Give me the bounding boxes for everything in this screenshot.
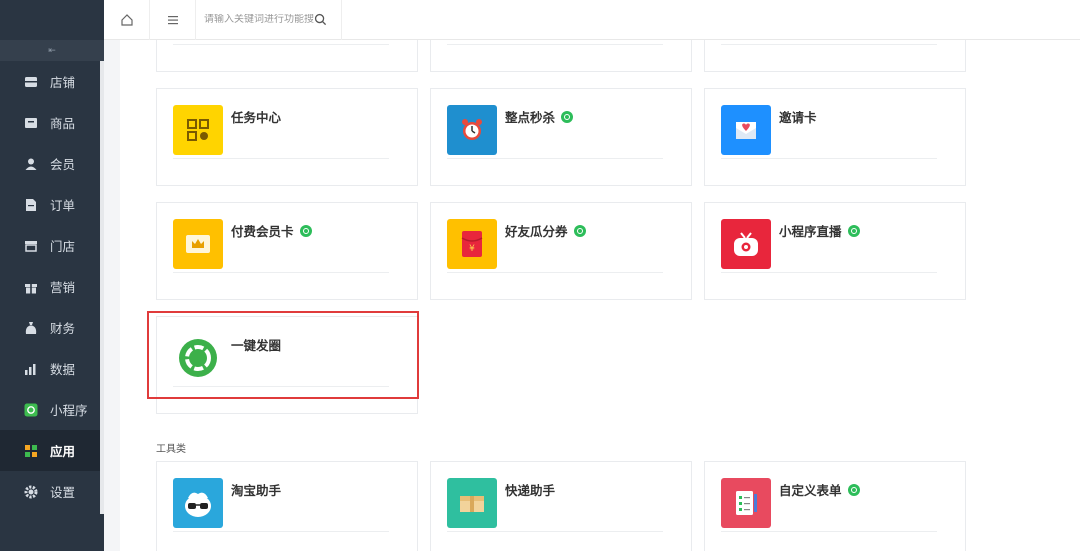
svg-text:¥: ¥ — [469, 244, 475, 254]
home-icon — [120, 13, 133, 26]
app-card-paid-member[interactable]: 付费会员卡 — [156, 202, 418, 300]
app-card-title: 任务中心 — [231, 111, 282, 125]
app-card-title: 自定义表单 — [779, 480, 860, 499]
miniprogram-badge-icon — [847, 483, 860, 496]
goods-icon — [25, 117, 37, 128]
form-checklist-icon — [721, 478, 771, 528]
app-card-friend-coupon[interactable]: ¥ 好友瓜分券 — [430, 202, 692, 300]
sidebar-item-member[interactable]: 会员 — [0, 143, 104, 184]
sidebar-item-label: 小程序 — [50, 404, 88, 418]
app-card-live[interactable]: 小程序直播 — [704, 202, 966, 300]
sidebar-item-label: 财务 — [50, 322, 76, 336]
app-card-partial[interactable] — [430, 40, 692, 72]
crown-card-icon — [173, 219, 223, 269]
order-icon — [26, 198, 36, 211]
sidebar-item-miniprogram[interactable]: 小程序 — [0, 389, 104, 430]
sidebar-item-finance[interactable]: 财务 — [0, 307, 104, 348]
gift-icon — [25, 283, 37, 293]
sidebar-item-label: 数据 — [50, 363, 76, 377]
chart-icon — [25, 363, 36, 375]
apps-icon — [25, 444, 37, 457]
sidebar-item-goods[interactable]: 商品 — [0, 102, 104, 143]
sidebar-item-store[interactable]: 店铺 — [0, 61, 104, 102]
menu-toggle-button[interactable] — [150, 0, 196, 40]
money-bag-icon — [25, 321, 37, 334]
app-card-title: 整点秒杀 — [505, 107, 574, 126]
app-card-task-center[interactable]: 任务中心 — [156, 88, 418, 186]
sidebar-item-data[interactable]: 数据 — [0, 348, 104, 389]
gear-icon — [24, 485, 38, 498]
app-card-form[interactable]: 自定义表单 — [704, 461, 966, 551]
alarm-clock-icon — [447, 105, 497, 155]
collapse-sidebar-button[interactable]: ⇤ — [0, 40, 104, 61]
app-card-title: 小程序直播 — [779, 221, 860, 240]
menu-icon — [167, 15, 178, 24]
miniprogram-badge-icon — [573, 224, 586, 237]
sidebar-menu: 店铺 商品 会员 订单 门店 营销 财务 数据 小程序 应用 设置 — [0, 61, 104, 512]
search-icon[interactable] — [314, 13, 327, 26]
sidebar-item-label: 营销 — [50, 281, 76, 295]
app-card-title: 淘宝助手 — [231, 484, 282, 498]
home-button[interactable] — [104, 0, 150, 40]
app-card-title: 付费会员卡 — [231, 221, 312, 240]
miniprogram-badge-icon — [561, 110, 574, 123]
sidebar-item-marketing[interactable]: 营销 — [0, 266, 104, 307]
app-card-partial[interactable] — [156, 40, 418, 72]
miniprogram-badge-icon — [847, 224, 860, 237]
member-icon — [25, 158, 37, 170]
sidebar-item-label: 商品 — [50, 117, 76, 131]
app-card-taobao[interactable]: 淘宝助手 — [156, 461, 418, 551]
miniprogram-badge-icon — [299, 224, 312, 237]
top-bar — [104, 0, 1080, 40]
app-card-title: 快递助手 — [505, 484, 556, 498]
sidebar-item-order[interactable]: 订单 — [0, 184, 104, 225]
invite-envelope-icon — [721, 105, 771, 155]
sidebar-item-label: 店铺 — [50, 76, 76, 90]
sidebar-item-label: 订单 — [50, 199, 76, 213]
app-card-partial[interactable] — [704, 40, 966, 72]
sidebar-item-shop[interactable]: 门店 — [0, 225, 104, 266]
store-icon — [25, 76, 37, 87]
sidebar-scrollbar[interactable] — [100, 61, 104, 514]
app-card-title: 邀请卡 — [779, 111, 817, 125]
logo-area — [0, 0, 104, 40]
app-card-flash-sale[interactable]: 整点秒杀 — [430, 88, 692, 186]
shop-icon — [25, 240, 37, 252]
live-tv-icon — [721, 219, 771, 269]
sidebar-item-label: 会员 — [50, 158, 76, 172]
search-input[interactable] — [204, 14, 314, 25]
parcel-box-icon — [447, 478, 497, 528]
sidebar-item-label: 应用 — [50, 445, 76, 459]
search-box — [196, 0, 342, 40]
taobao-mascot-icon — [173, 478, 223, 528]
sidebar-item-apps[interactable]: 应用 — [0, 430, 104, 471]
red-envelope-icon: ¥ — [447, 219, 497, 269]
task-center-icon — [173, 105, 223, 155]
section-label-tools: 工具类 — [156, 444, 186, 455]
sidebar: ⇤ 店铺 商品 会员 订单 门店 营销 财务 数据 小程序 应用 设置 — [0, 0, 104, 551]
sidebar-item-label: 设置 — [50, 486, 76, 500]
highlight-box — [147, 311, 419, 399]
sidebar-item-settings[interactable]: 设置 — [0, 471, 104, 512]
app-card-title: 好友瓜分券 — [505, 221, 586, 240]
miniprogram-icon — [24, 403, 38, 416]
app-card-express[interactable]: 快递助手 — [430, 461, 692, 551]
app-card-invite-card[interactable]: 邀请卡 — [704, 88, 966, 186]
sidebar-item-label: 门店 — [50, 240, 76, 254]
